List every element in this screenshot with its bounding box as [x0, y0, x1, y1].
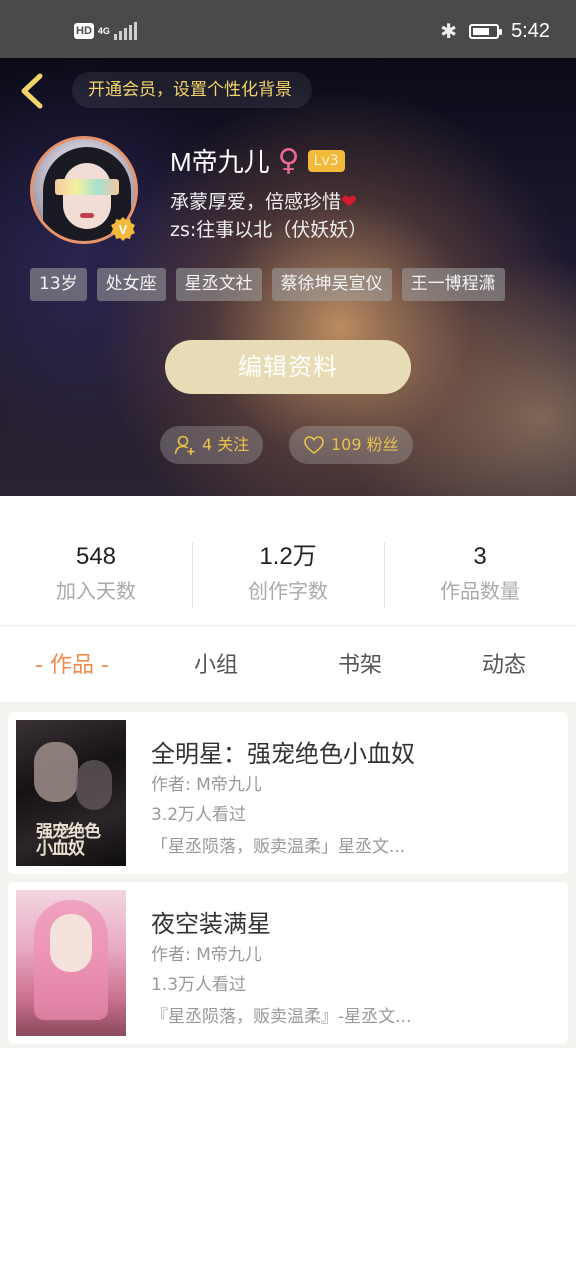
- divider: [0, 625, 576, 626]
- svg-text:V: V: [119, 222, 128, 237]
- list-item[interactable]: 强宠绝色小血奴 全明星：强宠绝色小血奴 作者: M帝九儿 3.2万人看过 「星丞…: [8, 712, 568, 874]
- list-item[interactable]: 夜空装满星 作者: M帝九儿 1.3万人看过 『星丞陨落，贩卖温柔』-星丞文..…: [8, 882, 568, 1044]
- stat-label: 加入天数: [56, 579, 136, 603]
- user-add-icon: [174, 435, 195, 455]
- hd-indicator: HD: [74, 23, 94, 39]
- followers-count: 109 粉丝: [331, 435, 399, 454]
- stat-label: 作品数量: [440, 579, 520, 603]
- book-views: 3.2万人看过: [151, 805, 247, 825]
- tab-marker-right: -: [101, 653, 109, 678]
- bio-line-2: zs:往事以北（伏妖妖）: [170, 219, 368, 241]
- profile-header: 开通会员，设置个性化背景 V M帝九儿 ♀ Lv3 承蒙厚爱，倍感珍惜❤ zs:…: [0, 58, 576, 496]
- cover-title: 强宠绝色小血奴: [36, 822, 101, 859]
- tab-marker-left: -: [35, 653, 43, 678]
- stat-value: 1.2万: [259, 543, 317, 570]
- status-bar: HD 4G ✱ 5:42: [0, 0, 576, 58]
- stat-value: 3: [473, 543, 487, 570]
- bluetooth-icon: ✱: [440, 20, 458, 43]
- tag-club[interactable]: 星丞文社: [175, 268, 262, 301]
- signal-icon: [113, 22, 137, 40]
- tag-ship-2[interactable]: 王一博程潇: [401, 268, 505, 301]
- works-list: 强宠绝色小血奴 全明星：强宠绝色小血奴 作者: M帝九儿 3.2万人看过 「星丞…: [0, 702, 576, 1048]
- tag-list: 13岁 处女座 星丞文社 蔡徐坤吴宣仪 王一博程潇: [30, 268, 505, 301]
- clock: 5:42: [511, 20, 550, 42]
- battery-icon: [469, 24, 503, 39]
- followers-button[interactable]: 109 粉丝: [289, 426, 413, 464]
- tab-groups[interactable]: 小组: [144, 642, 288, 690]
- book-author: 作者: M帝九儿: [151, 775, 262, 795]
- tab-works[interactable]: - 作品 -: [0, 642, 144, 690]
- book-author: 作者: M帝九儿: [151, 945, 262, 965]
- book-cover: [16, 890, 126, 1036]
- edit-profile-button[interactable]: 编辑资料: [165, 340, 411, 394]
- heart-icon: ❤: [341, 191, 357, 213]
- network-type: 4G: [97, 25, 110, 36]
- tag-age[interactable]: 13岁: [30, 268, 87, 301]
- heart-outline-icon: [304, 436, 324, 454]
- stat-label: 创作字数: [248, 579, 328, 603]
- level-badge: Lv3: [307, 149, 345, 172]
- female-icon: ♀: [277, 142, 300, 178]
- tab-label: 作品: [49, 653, 94, 678]
- verified-icon: V: [111, 217, 135, 241]
- stat-days[interactable]: 548 加入天数: [0, 540, 192, 612]
- status-right: ✱ 5:42: [440, 20, 550, 43]
- tab-bar: - 作品 - 小组 书架 动态: [0, 642, 576, 690]
- following-count: 4 关注: [202, 435, 250, 454]
- name-row: M帝九儿 ♀ Lv3: [170, 142, 345, 179]
- book-cover: 强宠绝色小血奴: [16, 720, 126, 866]
- vip-background-banner[interactable]: 开通会员，设置个性化背景: [72, 72, 312, 108]
- bio: 承蒙厚爱，倍感珍惜❤ zs:往事以北（伏妖妖）: [170, 188, 367, 244]
- user-name: M帝九儿: [170, 147, 270, 177]
- stat-value: 548: [75, 543, 117, 570]
- stats-row: 548 加入天数 1.2万 创作字数 3 作品数量: [0, 540, 576, 612]
- avatar[interactable]: V: [30, 136, 138, 244]
- bio-line-1: 承蒙厚爱，倍感珍惜: [170, 191, 342, 213]
- status-left: HD 4G: [74, 22, 137, 40]
- book-tagline: 『星丞陨落，贩卖温柔』-星丞文...: [151, 1007, 412, 1027]
- book-views: 1.3万人看过: [151, 975, 247, 995]
- tag-ship-1[interactable]: 蔡徐坤吴宣仪: [271, 268, 392, 301]
- book-title: 夜空装满星: [151, 910, 271, 938]
- tab-activity[interactable]: 动态: [432, 642, 576, 690]
- stat-words[interactable]: 1.2万 创作字数: [192, 540, 384, 612]
- book-tagline: 「星丞陨落，贩卖温柔」星丞文...: [151, 837, 406, 857]
- tag-zodiac[interactable]: 处女座: [96, 268, 166, 301]
- stat-works[interactable]: 3 作品数量: [384, 540, 576, 612]
- tab-bookshelf[interactable]: 书架: [288, 642, 432, 690]
- book-title: 全明星：强宠绝色小血奴: [151, 740, 415, 768]
- back-arrow-icon[interactable]: [16, 72, 46, 110]
- following-button[interactable]: 4 关注: [160, 426, 264, 464]
